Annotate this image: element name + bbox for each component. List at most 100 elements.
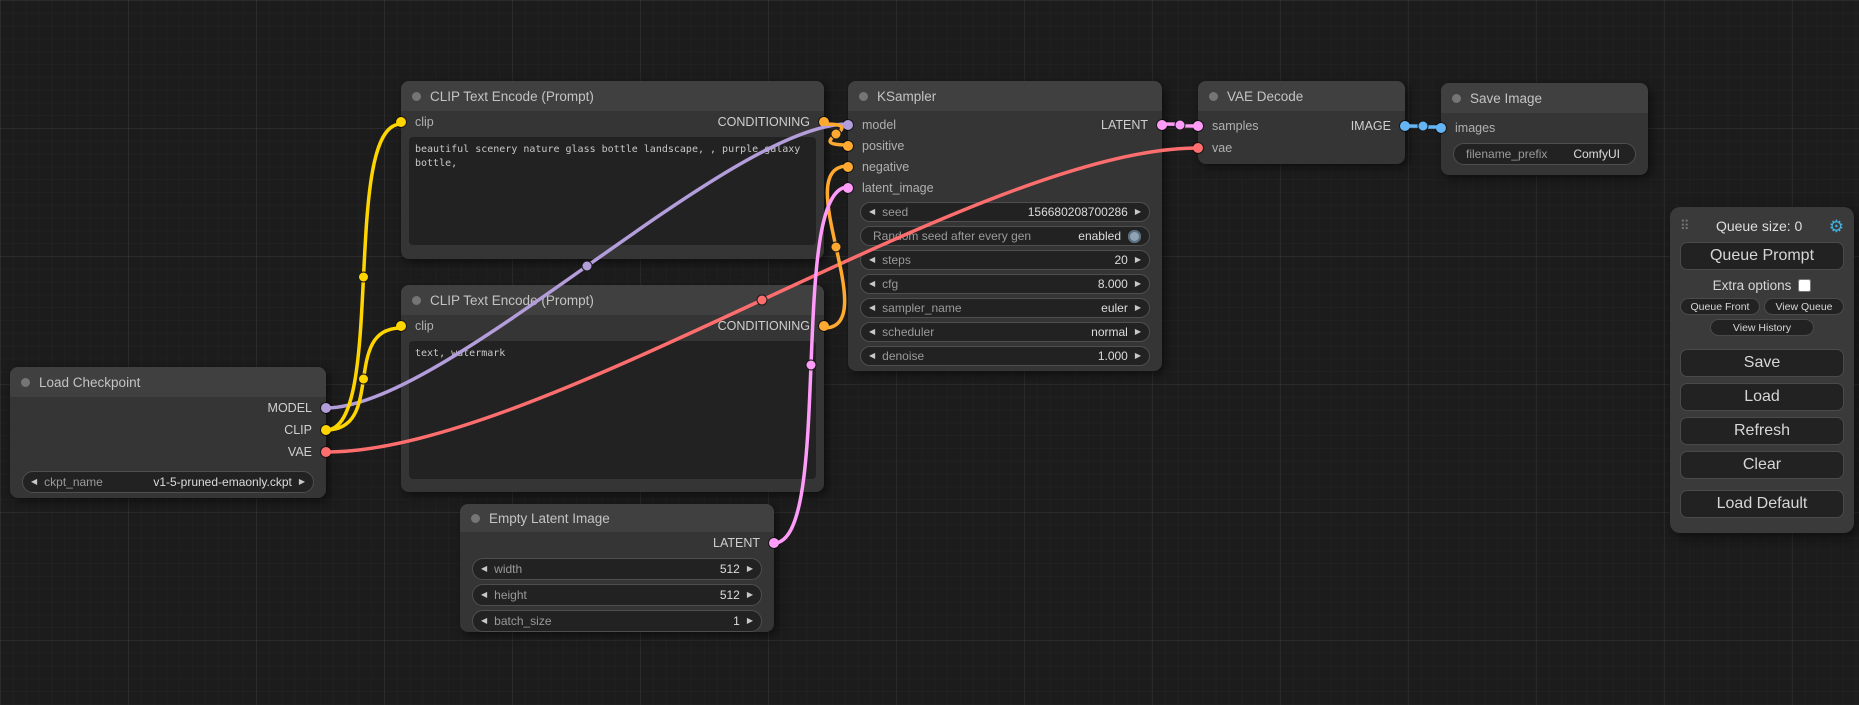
widget-label: width <box>494 562 522 576</box>
widget-seed[interactable]: ◀ seed 156680208700286 ▶ <box>860 202 1150 222</box>
increment-arrow-icon[interactable]: ▶ <box>1135 280 1141 288</box>
widget-value: 8.000 <box>1098 277 1128 291</box>
collapse-dot[interactable] <box>412 296 421 305</box>
decrement-arrow-icon[interactable]: ◀ <box>869 304 875 312</box>
output-slot-clip[interactable] <box>321 425 331 435</box>
node-title-bar[interactable]: CLIP Text Encode (Prompt) <box>401 285 824 315</box>
node-title-bar[interactable]: KSampler <box>848 81 1162 111</box>
increment-arrow-icon[interactable]: ▶ <box>1135 304 1141 312</box>
decrement-arrow-icon[interactable]: ◀ <box>869 328 875 336</box>
widget-batch-size[interactable]: ◀ batch_size 1 ▶ <box>472 610 762 632</box>
increment-arrow-icon[interactable]: ▶ <box>747 617 753 625</box>
collapse-dot[interactable] <box>412 92 421 101</box>
widget-value: 1 <box>733 614 740 628</box>
input-slot-latent-image[interactable] <box>843 183 853 193</box>
output-slot-latent[interactable] <box>1157 120 1167 130</box>
widget-filename-prefix[interactable]: filename_prefix ComfyUI <box>1453 143 1636 165</box>
node-title-bar[interactable]: Load Checkpoint <box>10 367 326 397</box>
output-slot-model[interactable] <box>321 403 331 413</box>
slot-row: clip CONDITIONING <box>401 315 824 337</box>
view-queue-button[interactable]: View Queue <box>1764 298 1844 315</box>
wire-dot-clip-2 <box>359 374 369 384</box>
node-title: VAE Decode <box>1227 89 1303 104</box>
increment-arrow-icon[interactable]: ▶ <box>1135 352 1141 360</box>
widget-random-seed-toggle[interactable]: Random seed after every gen enabled <box>860 226 1150 246</box>
view-history-button[interactable]: View History <box>1710 319 1814 336</box>
increment-arrow-icon[interactable]: ▶ <box>747 565 753 573</box>
prompt-textarea[interactable]: text, watermark <box>409 341 816 479</box>
input-label: model <box>862 118 896 132</box>
output-row-latent: LATENT <box>460 532 774 554</box>
input-slot-samples[interactable] <box>1193 121 1203 131</box>
collapse-dot[interactable] <box>21 378 30 387</box>
decrement-arrow-icon[interactable]: ◀ <box>31 478 37 486</box>
widget-value: 1.000 <box>1098 349 1128 363</box>
widget-height[interactable]: ◀ height 512 ▶ <box>472 584 762 606</box>
input-slot-images[interactable] <box>1436 123 1446 133</box>
node-title-bar[interactable]: VAE Decode <box>1198 81 1405 111</box>
queue-prompt-button[interactable]: Queue Prompt <box>1680 242 1844 270</box>
queue-front-button[interactable]: Queue Front <box>1680 298 1760 315</box>
output-slot-conditioning[interactable] <box>819 117 829 127</box>
load-default-button[interactable]: Load Default <box>1680 490 1844 518</box>
output-slot-image[interactable] <box>1400 121 1410 131</box>
extra-options-checkbox[interactable] <box>1798 279 1811 292</box>
clear-button[interactable]: Clear <box>1680 451 1844 479</box>
input-slot-clip[interactable] <box>396 321 406 331</box>
decrement-arrow-icon[interactable]: ◀ <box>481 565 487 573</box>
output-label: MODEL <box>268 401 312 415</box>
decrement-arrow-icon[interactable]: ◀ <box>869 256 875 264</box>
increment-arrow-icon[interactable]: ▶ <box>1135 256 1141 264</box>
drag-handle-icon[interactable]: ⠿ <box>1680 218 1690 234</box>
decrement-arrow-icon[interactable]: ◀ <box>481 617 487 625</box>
widget-label: denoise <box>882 349 924 363</box>
decrement-arrow-icon[interactable]: ◀ <box>869 208 875 216</box>
input-label: images <box>1455 121 1495 135</box>
decrement-arrow-icon[interactable]: ◀ <box>869 352 875 360</box>
increment-arrow-icon[interactable]: ▶ <box>299 478 305 486</box>
node-load-checkpoint: Load Checkpoint MODEL CLIP VAE ◀ ckpt_na… <box>10 367 326 498</box>
node-title-bar[interactable]: CLIP Text Encode (Prompt) <box>401 81 824 111</box>
wire-dot-model <box>582 261 592 271</box>
input-slot-model[interactable] <box>843 120 853 130</box>
output-label: LATENT <box>713 536 760 550</box>
refresh-button[interactable]: Refresh <box>1680 417 1844 445</box>
save-button[interactable]: Save <box>1680 349 1844 377</box>
settings-gear-icon[interactable]: ⚙ <box>1829 218 1844 235</box>
widget-denoise[interactable]: ◀ denoise 1.000 ▶ <box>860 346 1150 366</box>
collapse-dot[interactable] <box>1452 94 1461 103</box>
decrement-arrow-icon[interactable]: ◀ <box>481 591 487 599</box>
widget-scheduler[interactable]: ◀ scheduler normal ▶ <box>860 322 1150 342</box>
input-slot-negative[interactable] <box>843 162 853 172</box>
widget-steps[interactable]: ◀ steps 20 ▶ <box>860 250 1150 270</box>
toggle-knob[interactable] <box>1128 230 1141 243</box>
widget-cfg[interactable]: ◀ cfg 8.000 ▶ <box>860 274 1150 294</box>
output-slot-vae[interactable] <box>321 447 331 457</box>
widget-width[interactable]: ◀ width 512 ▶ <box>472 558 762 580</box>
input-slot-clip[interactable] <box>396 117 406 127</box>
output-slot-latent[interactable] <box>769 538 779 548</box>
node-title-bar[interactable]: Empty Latent Image <box>460 504 774 532</box>
widget-ckpt-name[interactable]: ◀ ckpt_name v1-5-pruned-emaonly.ckpt ▶ <box>22 471 314 493</box>
input-slot-vae[interactable] <box>1193 143 1203 153</box>
collapse-dot[interactable] <box>1209 92 1218 101</box>
slot-row: vae <box>1198 137 1405 159</box>
widget-value: ComfyUI <box>1573 147 1620 161</box>
widget-label: seed <box>882 205 908 219</box>
prompt-textarea[interactable]: beautiful scenery nature glass bottle la… <box>409 137 816 245</box>
increment-arrow-icon[interactable]: ▶ <box>747 591 753 599</box>
node-title-bar[interactable]: Save Image <box>1441 83 1648 113</box>
input-slot-positive[interactable] <box>843 141 853 151</box>
output-slot-conditioning[interactable] <box>819 321 829 331</box>
input-label: clip <box>415 319 434 333</box>
load-button[interactable]: Load <box>1680 383 1844 411</box>
node-title: CLIP Text Encode (Prompt) <box>430 89 594 104</box>
collapse-dot[interactable] <box>859 92 868 101</box>
collapse-dot[interactable] <box>471 514 480 523</box>
graph-canvas[interactable]: Load Checkpoint MODEL CLIP VAE ◀ ckpt_na… <box>0 0 1859 705</box>
input-label: negative <box>862 160 909 174</box>
widget-sampler-name[interactable]: ◀ sampler_name euler ▶ <box>860 298 1150 318</box>
increment-arrow-icon[interactable]: ▶ <box>1135 328 1141 336</box>
increment-arrow-icon[interactable]: ▶ <box>1135 208 1141 216</box>
decrement-arrow-icon[interactable]: ◀ <box>869 280 875 288</box>
